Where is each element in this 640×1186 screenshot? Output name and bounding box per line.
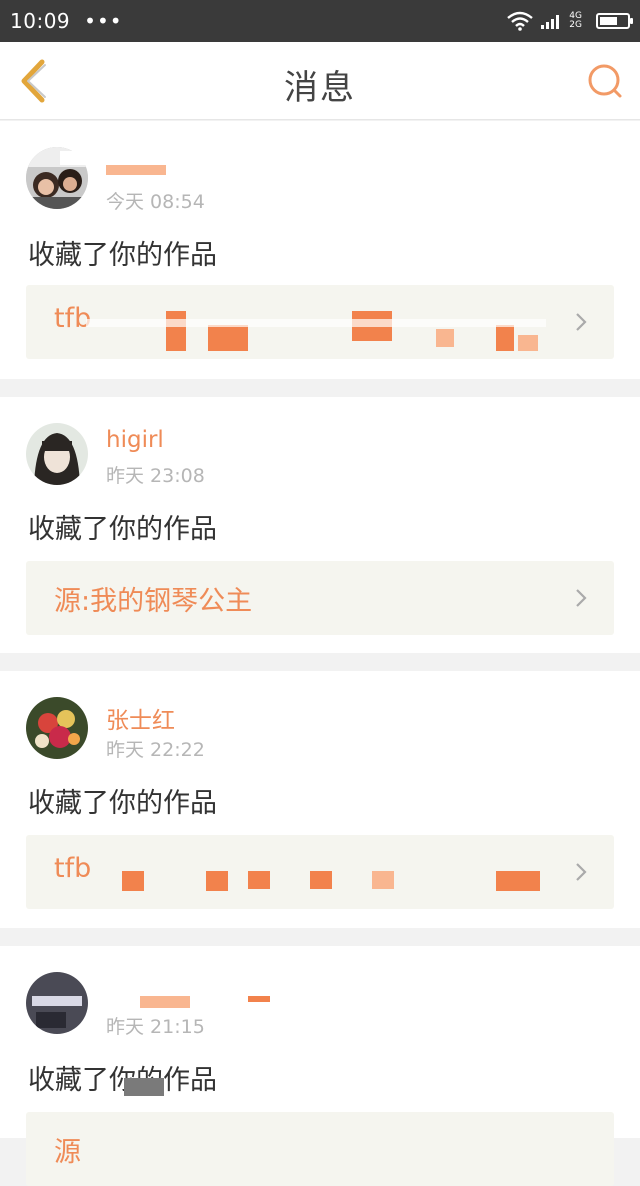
chevron-right-icon [576, 863, 587, 881]
message-action: 收藏了你的作品 [28, 788, 217, 819]
nav-header: 消息 [0, 42, 640, 120]
message-card: higirl 昨天 23:08 收藏了你的作品 源:我的钢琴公主 [0, 397, 640, 653]
battery-icon [596, 13, 633, 29]
avatar[interactable] [26, 697, 88, 759]
username[interactable]: higirl [106, 427, 164, 453]
work-link[interactable]: 源:我的钢琴公主 [26, 561, 614, 635]
message-card: 今天 08:54 收藏了你的作品 tfb [0, 121, 640, 379]
page-title: 消息 [284, 68, 356, 108]
work-link-title: 源 [54, 1137, 81, 1168]
username[interactable]: 张士红 [106, 701, 175, 735]
avatar[interactable] [26, 972, 88, 1034]
signal-icon [541, 15, 560, 29]
message-action: 收藏了你的作品 [28, 514, 217, 545]
status-bar: 10:09 ••• 4G 2G [0, 0, 640, 42]
work-link-title: tfb [54, 853, 92, 884]
message-time: 昨天 22:22 [106, 739, 205, 761]
avatar[interactable] [26, 423, 88, 485]
chevron-right-icon [576, 313, 587, 331]
message-card: 昨天 21:15 收藏了你的作品 源 [0, 946, 640, 1186]
work-link[interactable]: 源 [26, 1112, 614, 1186]
work-link-title: 源:我的钢琴公主 [54, 586, 253, 617]
wifi-icon [507, 11, 534, 31]
message-action: 收藏了你的作品 [28, 1065, 217, 1096]
network-type: 4G 2G [569, 12, 582, 30]
network-2g: 2G [569, 20, 582, 30]
work-link[interactable]: tfb [26, 835, 614, 909]
work-link[interactable]: tfb [26, 285, 614, 359]
message-time: 昨天 21:15 [106, 1016, 205, 1038]
status-time: 10:09 [10, 9, 71, 33]
notification-dots: ••• [84, 9, 123, 33]
chevron-right-icon [576, 589, 587, 607]
search-icon[interactable] [586, 62, 626, 102]
message-time: 昨天 23:08 [106, 465, 205, 487]
message-card: 张士红 昨天 22:22 收藏了你的作品 tfb [0, 671, 640, 928]
message-time: 今天 08:54 [106, 191, 205, 213]
message-action: 收藏了你的作品 [28, 240, 217, 271]
